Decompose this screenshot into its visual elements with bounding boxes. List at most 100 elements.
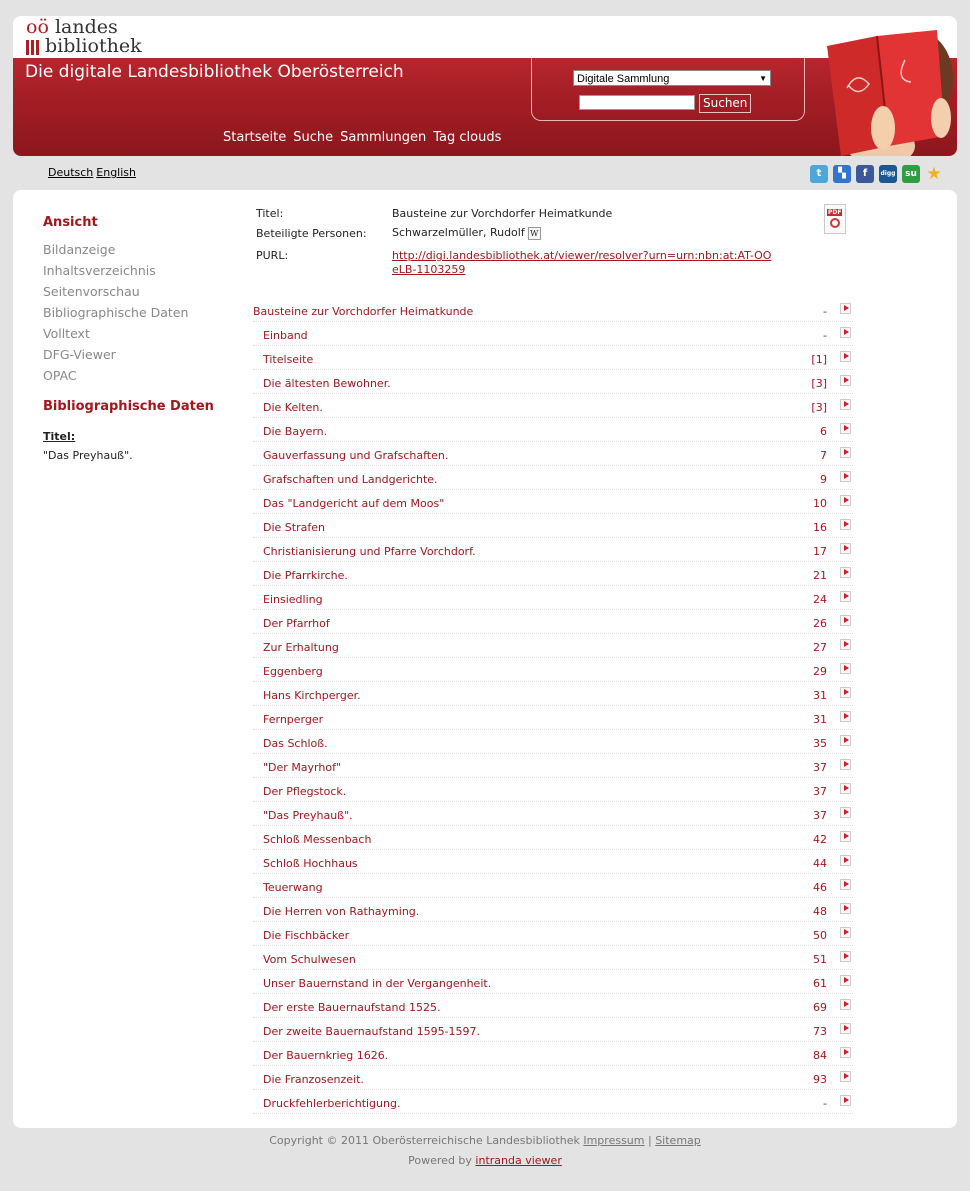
toc-entry-title[interactable]: Gauverfassung und Grafschaften.	[263, 449, 448, 462]
arrow-right-icon[interactable]	[840, 831, 851, 842]
toc-entry-title[interactable]: Druckfehlerberichtigung.	[263, 1097, 400, 1110]
toc-entry-title[interactable]: Der erste Bauernaufstand 1525.	[263, 1001, 441, 1014]
toc-row[interactable]: Grafschaften und Landgerichte. 9	[253, 466, 853, 490]
sidebar-item-seitenvorschau[interactable]: Seitenvorschau	[43, 284, 140, 299]
toc-entry-title[interactable]: Die Kelten.	[263, 401, 323, 414]
toc-entry-title[interactable]: Vom Schulwesen	[263, 953, 356, 966]
delicious-icon[interactable]: ▚	[833, 165, 851, 183]
toc-row[interactable]: "Der Mayrhof" 37	[253, 754, 853, 778]
arrow-right-icon[interactable]	[840, 615, 851, 626]
toc-entry-title[interactable]: Grafschaften und Landgerichte.	[263, 473, 438, 486]
sidebar-item-opac[interactable]: OPAC	[43, 368, 77, 383]
sitemap-link[interactable]: Sitemap	[655, 1134, 701, 1147]
arrow-right-icon[interactable]	[840, 303, 851, 314]
facebook-icon[interactable]: f	[856, 165, 874, 183]
toc-entry-title[interactable]: Das Schloß.	[263, 737, 328, 750]
toc-entry-title[interactable]: Einband	[263, 329, 308, 342]
toc-row[interactable]: Die Strafen 16	[253, 514, 853, 538]
arrow-right-icon[interactable]	[840, 447, 851, 458]
arrow-right-icon[interactable]	[840, 1071, 851, 1082]
toc-row[interactable]: Die ältesten Bewohner. [3]	[253, 370, 853, 394]
toc-row[interactable]: Christianisierung und Pfarre Vorchdorf. 1…	[253, 538, 853, 562]
toc-row[interactable]: Die Pfarrkirche. 21	[253, 562, 853, 586]
arrow-right-icon[interactable]	[840, 855, 851, 866]
arrow-right-icon[interactable]	[840, 687, 851, 698]
twitter-icon[interactable]: t	[810, 165, 828, 183]
arrow-right-icon[interactable]	[840, 423, 851, 434]
arrow-right-icon[interactable]	[840, 735, 851, 746]
intranda-viewer-link[interactable]: intranda viewer	[475, 1154, 561, 1167]
toc-entry-title[interactable]: Die Franzosenzeit.	[263, 1073, 364, 1086]
toc-row[interactable]: Vom Schulwesen 51	[253, 946, 853, 970]
impressum-link[interactable]: Impressum	[583, 1134, 644, 1147]
nav-suche[interactable]: Suche	[293, 130, 333, 145]
toc-row[interactable]: Der erste Bauernaufstand 1525. 69	[253, 994, 853, 1018]
toc-row[interactable]: Der Bauernkrieg 1626. 84	[253, 1042, 853, 1066]
logo[interactable]: oö landes bibliothek	[26, 18, 176, 60]
toc-entry-title[interactable]: Titelseite	[263, 353, 313, 366]
toc-entry-title[interactable]: Zur Erhaltung	[263, 641, 339, 654]
toc-entry-title[interactable]: Bausteine zur Vorchdorfer Heimatkunde	[253, 305, 473, 318]
arrow-right-icon[interactable]	[840, 471, 851, 482]
sidebar-item-bildanzeige[interactable]: Bildanzeige	[43, 242, 115, 257]
toc-row[interactable]: Eggenberg 29	[253, 658, 853, 682]
lang-deutsch[interactable]: Deutsch	[48, 166, 93, 179]
arrow-right-icon[interactable]	[840, 999, 851, 1010]
arrow-right-icon[interactable]	[840, 567, 851, 578]
arrow-right-icon[interactable]	[840, 1095, 851, 1106]
toc-entry-title[interactable]: Teuerwang	[263, 881, 323, 894]
arrow-right-icon[interactable]	[840, 591, 851, 602]
toc-row[interactable]: Das Schloß. 35	[253, 730, 853, 754]
arrow-right-icon[interactable]	[840, 807, 851, 818]
toc-row[interactable]: Die Bayern. 6	[253, 418, 853, 442]
nav-tag-clouds[interactable]: Tag clouds	[433, 130, 501, 145]
arrow-right-icon[interactable]	[840, 375, 851, 386]
toc-entry-title[interactable]: Christianisierung und Pfarre Vorchdorf.	[263, 545, 476, 558]
arrow-right-icon[interactable]	[840, 519, 851, 530]
toc-row[interactable]: Das "Landgericht auf dem Moos" 10	[253, 490, 853, 514]
toc-entry-title[interactable]: Der zweite Bauernaufstand 1595-1597.	[263, 1025, 480, 1038]
toc-entry-title[interactable]: Schloß Messenbach	[263, 833, 371, 846]
sidebar-item-bibliographische-daten[interactable]: Bibliographische Daten	[43, 305, 188, 320]
toc-row[interactable]: Hans Kirchperger. 31	[253, 682, 853, 706]
arrow-right-icon[interactable]	[840, 1047, 851, 1058]
toc-entry-title[interactable]: Die Herren von Rathayming.	[263, 905, 419, 918]
arrow-right-icon[interactable]	[840, 663, 851, 674]
toc-row[interactable]: Der zweite Bauernaufstand 1595-1597. 73	[253, 1018, 853, 1042]
toc-entry-title[interactable]: Die Pfarrkirche.	[263, 569, 348, 582]
toc-entry-title[interactable]: Die ältesten Bewohner.	[263, 377, 391, 390]
arrow-right-icon[interactable]	[840, 783, 851, 794]
toc-entry-title[interactable]: Unser Bauernstand in der Vergangenheit.	[263, 977, 491, 990]
toc-entry-title[interactable]: Der Bauernkrieg 1626.	[263, 1049, 388, 1062]
sidebar-item-dfg-viewer[interactable]: DFG-Viewer	[43, 347, 116, 362]
toc-entry-title[interactable]: Die Strafen	[263, 521, 325, 534]
toc-row[interactable]: Schloß Hochhaus 44	[253, 850, 853, 874]
favorite-star-icon[interactable]: ★	[925, 165, 943, 183]
arrow-right-icon[interactable]	[840, 639, 851, 650]
toc-entry-title[interactable]: Eggenberg	[263, 665, 323, 678]
toc-entry-title[interactable]: Das "Landgericht auf dem Moos"	[263, 497, 444, 510]
arrow-right-icon[interactable]	[840, 927, 851, 938]
toc-row[interactable]: Druckfehlerberichtigung. -	[253, 1090, 853, 1114]
pdf-download-icon[interactable]: PDF	[824, 204, 846, 234]
collection-select[interactable]: Digitale Sammlung ▼	[573, 70, 771, 86]
nav-sammlungen[interactable]: Sammlungen	[340, 130, 426, 145]
arrow-right-icon[interactable]	[840, 495, 851, 506]
toc-row[interactable]: Die Kelten. [3]	[253, 394, 853, 418]
toc-row[interactable]: Einsiedling 24	[253, 586, 853, 610]
arrow-right-icon[interactable]	[840, 1023, 851, 1034]
toc-row[interactable]: Fernperger 31	[253, 706, 853, 730]
toc-row[interactable]: Zur Erhaltung 27	[253, 634, 853, 658]
purl-link[interactable]: http://digi.landesbibliothek.at/viewer/r…	[392, 249, 772, 277]
meta-persons-value[interactable]: Schwarzelmüller, Rudolf	[392, 226, 525, 239]
toc-row[interactable]: Titelseite [1]	[253, 346, 853, 370]
arrow-right-icon[interactable]	[840, 543, 851, 554]
toc-row[interactable]: Teuerwang 46	[253, 874, 853, 898]
toc-entry-title[interactable]: "Der Mayrhof"	[263, 761, 341, 774]
toc-row[interactable]: Unser Bauernstand in der Vergangenheit. 6…	[253, 970, 853, 994]
arrow-right-icon[interactable]	[840, 975, 851, 986]
toc-entry-title[interactable]: "Das Preyhauß".	[263, 809, 353, 822]
toc-entry-title[interactable]: Die Fischbäcker	[263, 929, 349, 942]
toc-row[interactable]: Die Fischbäcker 50	[253, 922, 853, 946]
search-input[interactable]	[579, 95, 695, 110]
